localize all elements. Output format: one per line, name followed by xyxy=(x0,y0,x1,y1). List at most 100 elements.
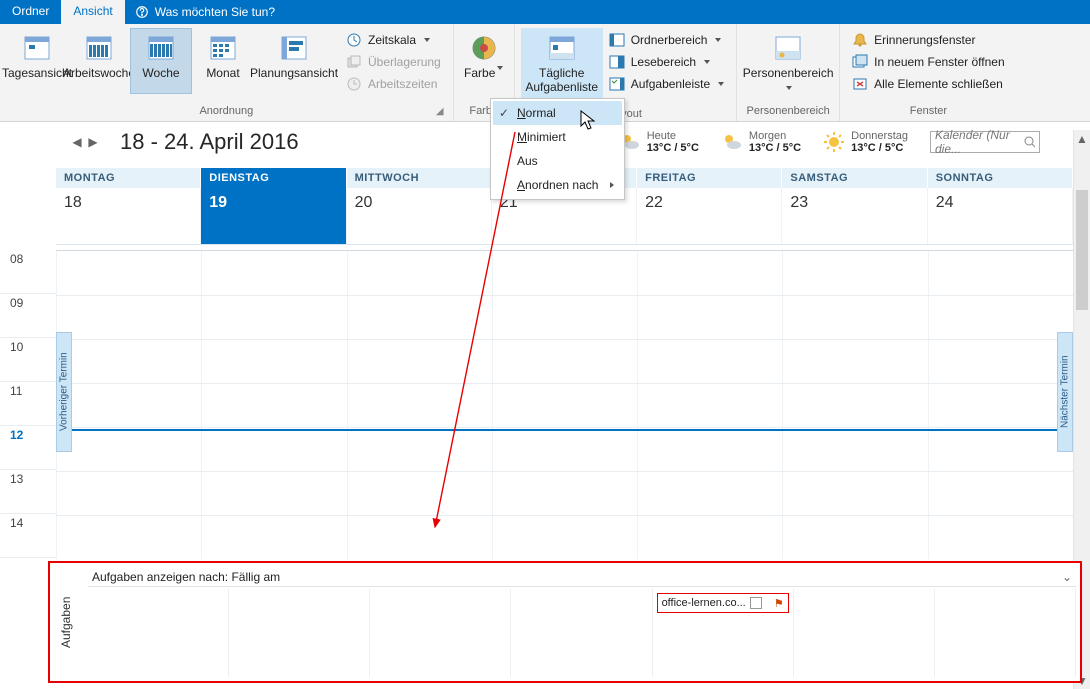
task-day-col[interactable] xyxy=(935,589,1076,677)
day-header[interactable]: SAMSTAG xyxy=(782,168,927,188)
group-personen-label: Personenbereich xyxy=(743,105,833,119)
task-pane-header[interactable]: Aufgaben anzeigen nach: Fällig am ⌄ xyxy=(88,567,1076,587)
workhours-icon xyxy=(346,76,362,92)
workweek-icon xyxy=(70,30,128,66)
hour-label: 09 xyxy=(10,296,23,310)
sun-icon xyxy=(823,131,845,153)
dropdown-taegliche-aufgabenliste: ✓ Normal Minimiert Aus Anordnen nach xyxy=(490,98,625,200)
day-number[interactable]: 19 xyxy=(201,188,346,244)
task-pane-label: Aufgaben xyxy=(54,573,78,671)
menu-aus[interactable]: Aus xyxy=(493,149,622,173)
tab-ordner[interactable]: Ordner xyxy=(0,0,61,24)
task-item[interactable]: office-lernen.co... ⚑ xyxy=(657,593,789,613)
menu-normal[interactable]: ✓ Normal xyxy=(493,101,622,125)
hour-label: 14 xyxy=(10,516,23,530)
hour-label: 13 xyxy=(10,472,23,486)
month-icon xyxy=(194,30,252,66)
day-number[interactable]: 24 xyxy=(928,188,1073,244)
btn-farbe[interactable]: Farbe xyxy=(460,28,508,94)
weather-tomorrow: Morgen13°C / 5°C xyxy=(721,130,801,154)
menu-minimiert[interactable]: Minimiert xyxy=(493,125,622,149)
check-icon: ✓ xyxy=(499,106,509,120)
folderpane-icon xyxy=(609,32,625,48)
week-icon xyxy=(132,30,190,66)
day-number[interactable]: 22 xyxy=(637,188,782,244)
readingpane-icon xyxy=(609,54,625,70)
task-day-col[interactable] xyxy=(511,589,652,677)
menu-minimiert-rest: inimiert xyxy=(527,130,566,144)
day-number[interactable]: 20 xyxy=(347,188,492,244)
day-number[interactable]: 18 xyxy=(56,188,201,244)
prev-week-button[interactable]: ◀ xyxy=(70,135,84,149)
task-checkbox[interactable] xyxy=(750,597,762,609)
tell-me-label: Was möchten Sie tun? xyxy=(155,5,275,19)
next-appointment-tab[interactable]: Nächster Termin xyxy=(1057,332,1073,452)
day-view-icon xyxy=(8,30,66,66)
close-all-icon xyxy=(852,76,868,92)
btn-lesebereich[interactable]: Lesebereich xyxy=(603,52,730,72)
scroll-thumb[interactable] xyxy=(1076,190,1088,310)
day-header[interactable]: MONTAG xyxy=(56,168,201,188)
day-header[interactable]: DIENSTAG xyxy=(201,168,346,188)
btn-ordnerbereich[interactable]: Ordnerbereich xyxy=(603,30,730,50)
btn-zeitskala[interactable]: Zeitskala xyxy=(340,30,447,50)
task-day-col[interactable] xyxy=(229,589,370,677)
btn-tagesansicht[interactable]: Tagesansicht xyxy=(6,28,68,94)
day-header[interactable]: FREITAG xyxy=(637,168,782,188)
task-day-col[interactable] xyxy=(370,589,511,677)
btn-monat[interactable]: Monat xyxy=(192,28,254,94)
tab-ansicht[interactable]: Ansicht xyxy=(61,0,124,24)
reminder-icon xyxy=(852,32,868,48)
task-item-text: office-lernen.co... xyxy=(662,597,746,609)
day-number[interactable]: 23 xyxy=(782,188,927,244)
todobar-icon xyxy=(609,76,625,92)
task-day-col[interactable] xyxy=(88,589,229,677)
hour-label: 12 xyxy=(10,428,23,442)
btn-planungsansicht[interactable]: Planungsansicht xyxy=(254,28,334,94)
new-window-icon xyxy=(852,54,868,70)
btn-woche[interactable]: Woche xyxy=(130,28,192,94)
hour-label: 11 xyxy=(10,384,22,398)
day-header[interactable]: SONNTAG xyxy=(928,168,1073,188)
menu-anordnen-nach[interactable]: Anordnen nach xyxy=(493,173,622,197)
weather-thursday: Donnerstag13°C / 5°C xyxy=(823,130,908,154)
btn-arbeitszeiten: Arbeitszeiten xyxy=(340,74,447,94)
hour-label: 10 xyxy=(10,340,23,354)
btn-aufgabenleiste[interactable]: Aufgabenleiste xyxy=(603,74,730,94)
btn-alle-schliessen[interactable]: Alle Elemente schließen xyxy=(846,74,1011,94)
schedule-view-icon xyxy=(256,30,332,66)
title-tab-bar: Ordner Ansicht Was möchten Sie tun? xyxy=(0,0,1090,24)
menu-anordnen-rest: nordnen nach xyxy=(525,178,598,192)
btn-arbeitswoche[interactable]: Arbeitswoche xyxy=(68,28,130,94)
btn-ueberlagerung: Überlagerung xyxy=(340,52,447,72)
date-range-title: 18 - 24. April 2016 xyxy=(120,129,299,155)
flag-icon[interactable]: ⚑ xyxy=(774,597,784,610)
sun-cloud-icon xyxy=(721,131,743,153)
btn-personenbereich[interactable]: Personenbereich xyxy=(743,28,833,94)
next-week-button[interactable]: ▶ xyxy=(86,135,100,149)
weather-today: Heute13°C / 5°C xyxy=(619,130,699,154)
group-fenster-label: Fenster xyxy=(846,105,1011,119)
peoplepane-icon xyxy=(745,30,831,66)
daily-tasklist-icon xyxy=(523,30,601,66)
scroll-up-icon[interactable]: ▲ xyxy=(1074,130,1090,147)
prev-appointment-tab[interactable]: Vorheriger Termin xyxy=(56,332,72,452)
dialog-launcher-anordnung[interactable]: ◢ xyxy=(433,105,447,119)
day-header[interactable]: MITTWOCH xyxy=(347,168,492,188)
tell-me[interactable]: Was möchten Sie tun? xyxy=(125,0,275,24)
menu-normal-rest: ormal xyxy=(526,106,556,120)
hour-label: 08 xyxy=(10,252,23,266)
chevron-down-icon[interactable]: ⌄ xyxy=(1062,570,1072,584)
daily-task-pane: Aufgaben Aufgaben anzeigen nach: Fällig … xyxy=(48,561,1082,683)
btn-neues-fenster[interactable]: In neuem Fenster öffnen xyxy=(846,52,1011,72)
btn-taegliche-aufgabenliste[interactable]: Tägliche Aufgabenliste xyxy=(521,28,603,108)
calendar-search-input[interactable]: Kalender (Nur die... xyxy=(930,131,1040,153)
timescale-icon xyxy=(346,32,362,48)
chevron-right-icon xyxy=(610,182,614,188)
task-day-col[interactable]: office-lernen.co... ⚑ xyxy=(653,589,794,677)
btn-erinnerungsfenster[interactable]: Erinnerungsfenster xyxy=(846,30,1011,50)
task-day-col[interactable] xyxy=(794,589,935,677)
group-anordnung-label: Anordnung xyxy=(199,105,253,117)
search-icon xyxy=(1023,135,1035,149)
color-icon xyxy=(462,30,506,66)
